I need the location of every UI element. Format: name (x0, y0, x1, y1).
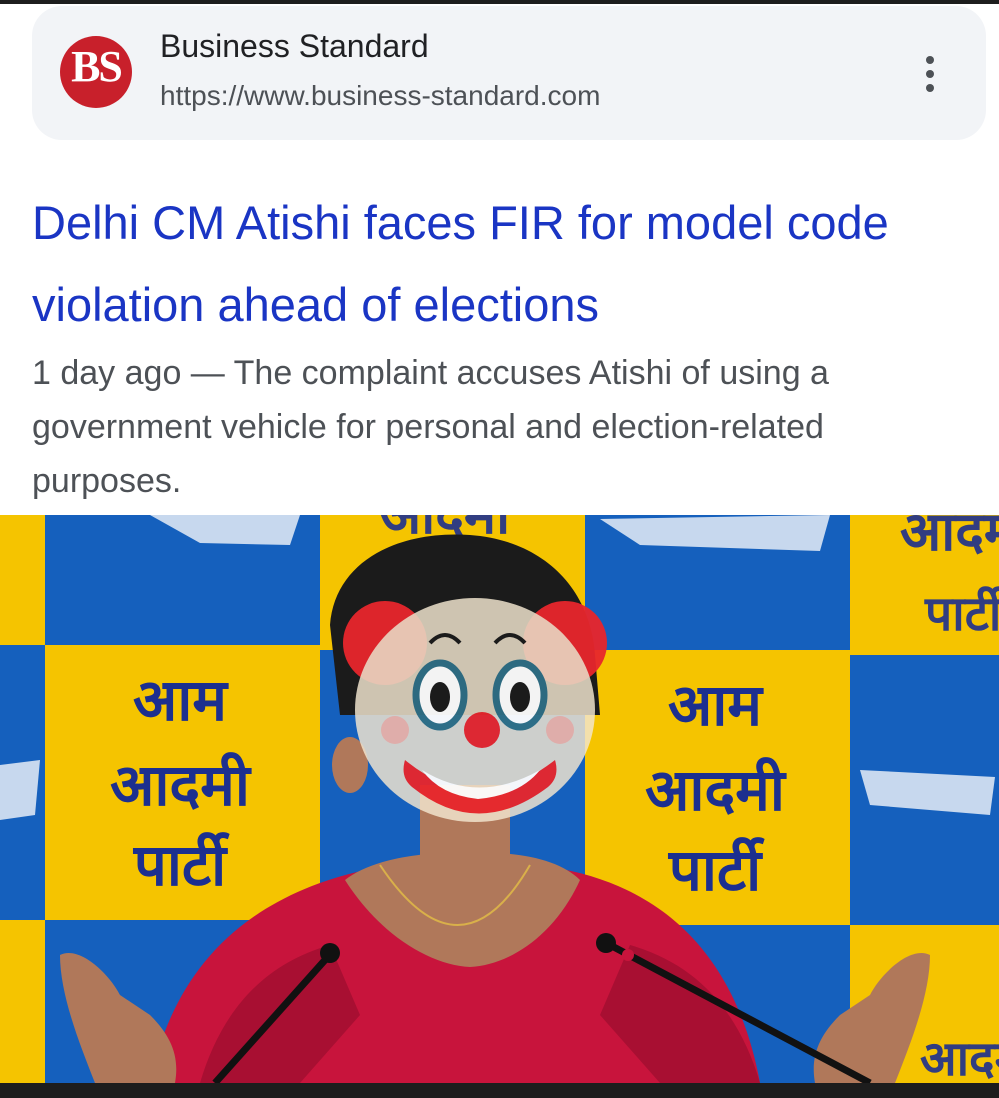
logo-text: BS (71, 42, 123, 91)
svg-text:पार्टी: पार्टी (133, 831, 230, 899)
more-options-icon[interactable] (912, 52, 948, 96)
status-bar-edge (0, 0, 999, 4)
svg-text:आम: आम (668, 671, 764, 739)
site-url: https://www.business-standard.com (160, 80, 601, 111)
svg-text:आदमी: आदमी (920, 1031, 999, 1083)
svg-text:आदमी: आदमी (645, 756, 787, 824)
result-snippet: 1 day ago — The complaint accuses Atishi… (32, 346, 952, 508)
svg-text:पार्टी: पार्टी (924, 586, 999, 642)
svg-text:आम: आम (133, 666, 229, 734)
source-card[interactable]: BS Business Standard https://www.busines… (32, 6, 986, 140)
result-thumbnail[interactable]: आम आदमी पार्टी आम आदमी पार्टी आदमी आदमी … (0, 515, 999, 1083)
site-name: Business Standard (160, 28, 429, 64)
bottom-bar-edge (0, 1083, 999, 1098)
result-age: 1 day ago (32, 354, 182, 392)
site-logo: BS (60, 36, 132, 108)
thumbnail-photo: आम आदमी पार्टी आम आदमी पार्टी आदमी आदमी … (0, 515, 999, 1083)
result-title-link[interactable]: Delhi CM Atishi faces FIR for model code… (32, 182, 982, 346)
snippet-separator: — (181, 354, 234, 392)
svg-text:आदमी: आदमी (110, 751, 252, 819)
svg-text:पार्टी: पार्टी (668, 836, 765, 904)
svg-text:आदमी: आदमी (900, 515, 999, 563)
